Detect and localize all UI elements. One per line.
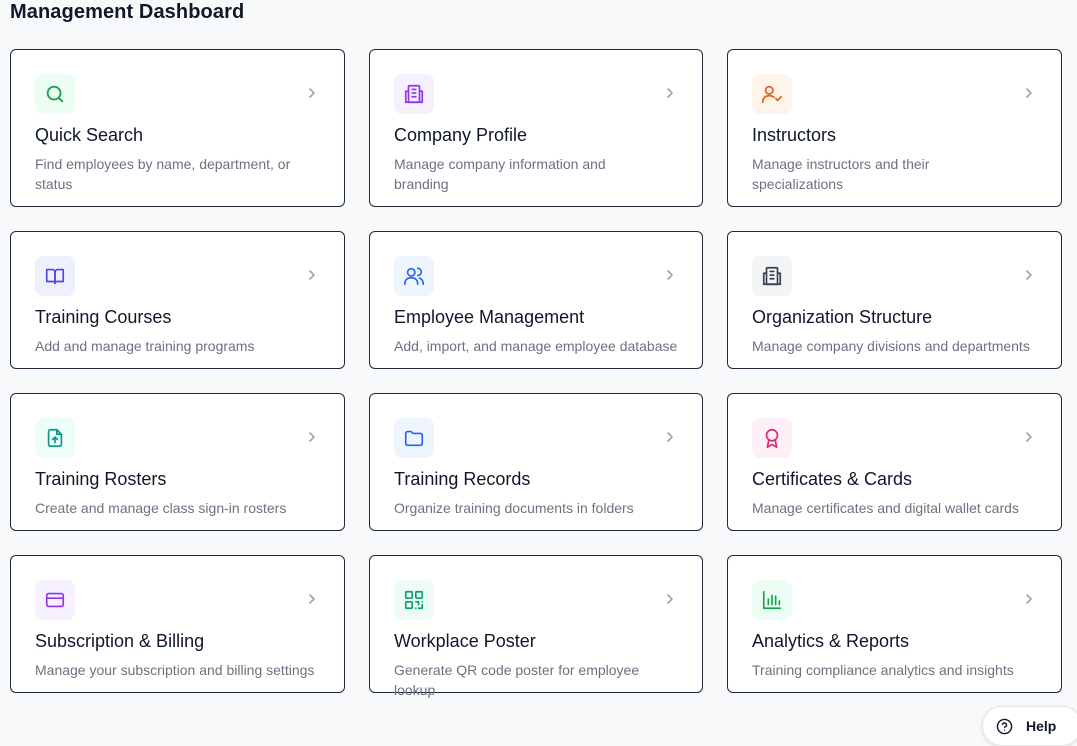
file-upload-icon <box>47 428 63 448</box>
chevron-right-icon <box>667 594 673 604</box>
card-description: Find employees by name, department, or s… <box>35 156 291 192</box>
chevron-right-icon <box>1026 88 1032 98</box>
card-icon-box <box>394 418 434 458</box>
card-title: Training Courses <box>35 307 172 327</box>
card-description: Add and manage training programs <box>35 338 255 354</box>
card-title: Quick Search <box>35 125 144 145</box>
card-icon-box <box>752 256 792 296</box>
workplace-poster-card[interactable]: Workplace Poster Generate QR code poster… <box>369 555 703 698</box>
card-description: Generate QR code poster for employee loo… <box>394 662 640 698</box>
chevron-right-icon <box>309 88 315 98</box>
page-title: Management Dashboard <box>10 1 245 23</box>
card-title: Subscription & Billing <box>35 631 205 651</box>
card-icon-box <box>752 74 792 114</box>
training-courses-card[interactable]: Training Courses Add and manage training… <box>10 231 345 369</box>
help-circle-icon <box>996 718 1013 734</box>
chevron-right-icon <box>667 432 673 442</box>
company-profile-card[interactable]: Company Profile Manage company informati… <box>369 49 703 207</box>
chevron-right-icon <box>309 594 315 604</box>
card-description: Manage certificates and digital wallet c… <box>752 500 1019 516</box>
help-button[interactable]: Help <box>982 706 1077 746</box>
card-icon-box <box>394 256 434 296</box>
card-description: Manage company divisions and departments <box>752 338 1030 354</box>
card-title: Instructors <box>752 125 837 145</box>
card-icon-box <box>752 418 792 458</box>
certificates-cards-card[interactable]: Certificates & Cards Manage certificates… <box>727 393 1062 531</box>
subscription-billing-card[interactable]: Subscription & Billing Manage your subsc… <box>10 555 345 693</box>
building-icon <box>762 266 782 286</box>
card-description: Manage your subscription and billing set… <box>35 662 315 678</box>
folder-icon <box>404 430 424 447</box>
quick-search-card[interactable]: Quick Search Find employees by name, dep… <box>10 49 345 207</box>
card-title: Training Records <box>394 469 531 489</box>
card-icon-box <box>752 580 792 620</box>
card-description: Manage company information and branding <box>394 156 606 192</box>
chevron-right-icon <box>1026 432 1032 442</box>
card-title: Workplace Poster <box>394 631 536 651</box>
help-label: Help <box>1026 718 1057 734</box>
chevron-right-icon <box>309 270 315 280</box>
analytics-reports-card[interactable]: Analytics & Reports Training compliance … <box>727 555 1062 693</box>
card-title: Training Rosters <box>35 469 167 489</box>
chevron-right-icon <box>1026 594 1032 604</box>
credit-card-icon <box>45 592 65 608</box>
card-icon-box <box>35 418 75 458</box>
book-open-icon <box>45 268 65 285</box>
users-icon <box>404 267 424 286</box>
training-records-card[interactable]: Training Records Organize training docum… <box>369 393 703 531</box>
card-title: Certificates & Cards <box>752 469 913 489</box>
card-icon-box <box>394 74 434 114</box>
award-icon <box>765 428 779 448</box>
user-check-icon <box>762 85 782 104</box>
chevron-right-icon <box>667 270 673 280</box>
card-icon-box <box>35 580 75 620</box>
organization-structure-card[interactable]: Organization Structure Manage company di… <box>727 231 1062 369</box>
chevron-right-icon <box>1026 270 1032 280</box>
employee-management-card[interactable]: Employee Management Add, import, and man… <box>369 231 703 369</box>
bar-chart-icon <box>762 590 782 610</box>
card-icon-box <box>394 580 434 620</box>
card-title: Organization Structure <box>752 307 933 327</box>
card-description: Create and manage class sign-in rosters <box>35 500 287 516</box>
card-icon-box <box>35 74 75 114</box>
chevron-right-icon <box>667 88 673 98</box>
chevron-right-icon <box>309 432 315 442</box>
instructors-card[interactable]: Instructors Manage instructors and their… <box>727 49 1062 207</box>
card-title: Analytics & Reports <box>752 631 910 651</box>
card-description: Organize training documents in folders <box>394 500 634 516</box>
card-title: Employee Management <box>394 307 585 327</box>
card-icon-box <box>35 256 75 296</box>
card-description: Add, import, and manage employee databas… <box>394 338 678 354</box>
training-rosters-card[interactable]: Training Rosters Create and manage class… <box>10 393 345 531</box>
card-title: Company Profile <box>394 125 528 145</box>
building-icon <box>404 84 424 104</box>
dashboard-card-grid: Quick Search Find employees by name, dep… <box>10 49 1062 713</box>
search-icon <box>46 85 64 103</box>
qr-code-icon <box>404 590 424 610</box>
card-description: Training compliance analytics and insigh… <box>752 662 1014 678</box>
card-description: Manage instructors and their specializat… <box>752 156 930 192</box>
